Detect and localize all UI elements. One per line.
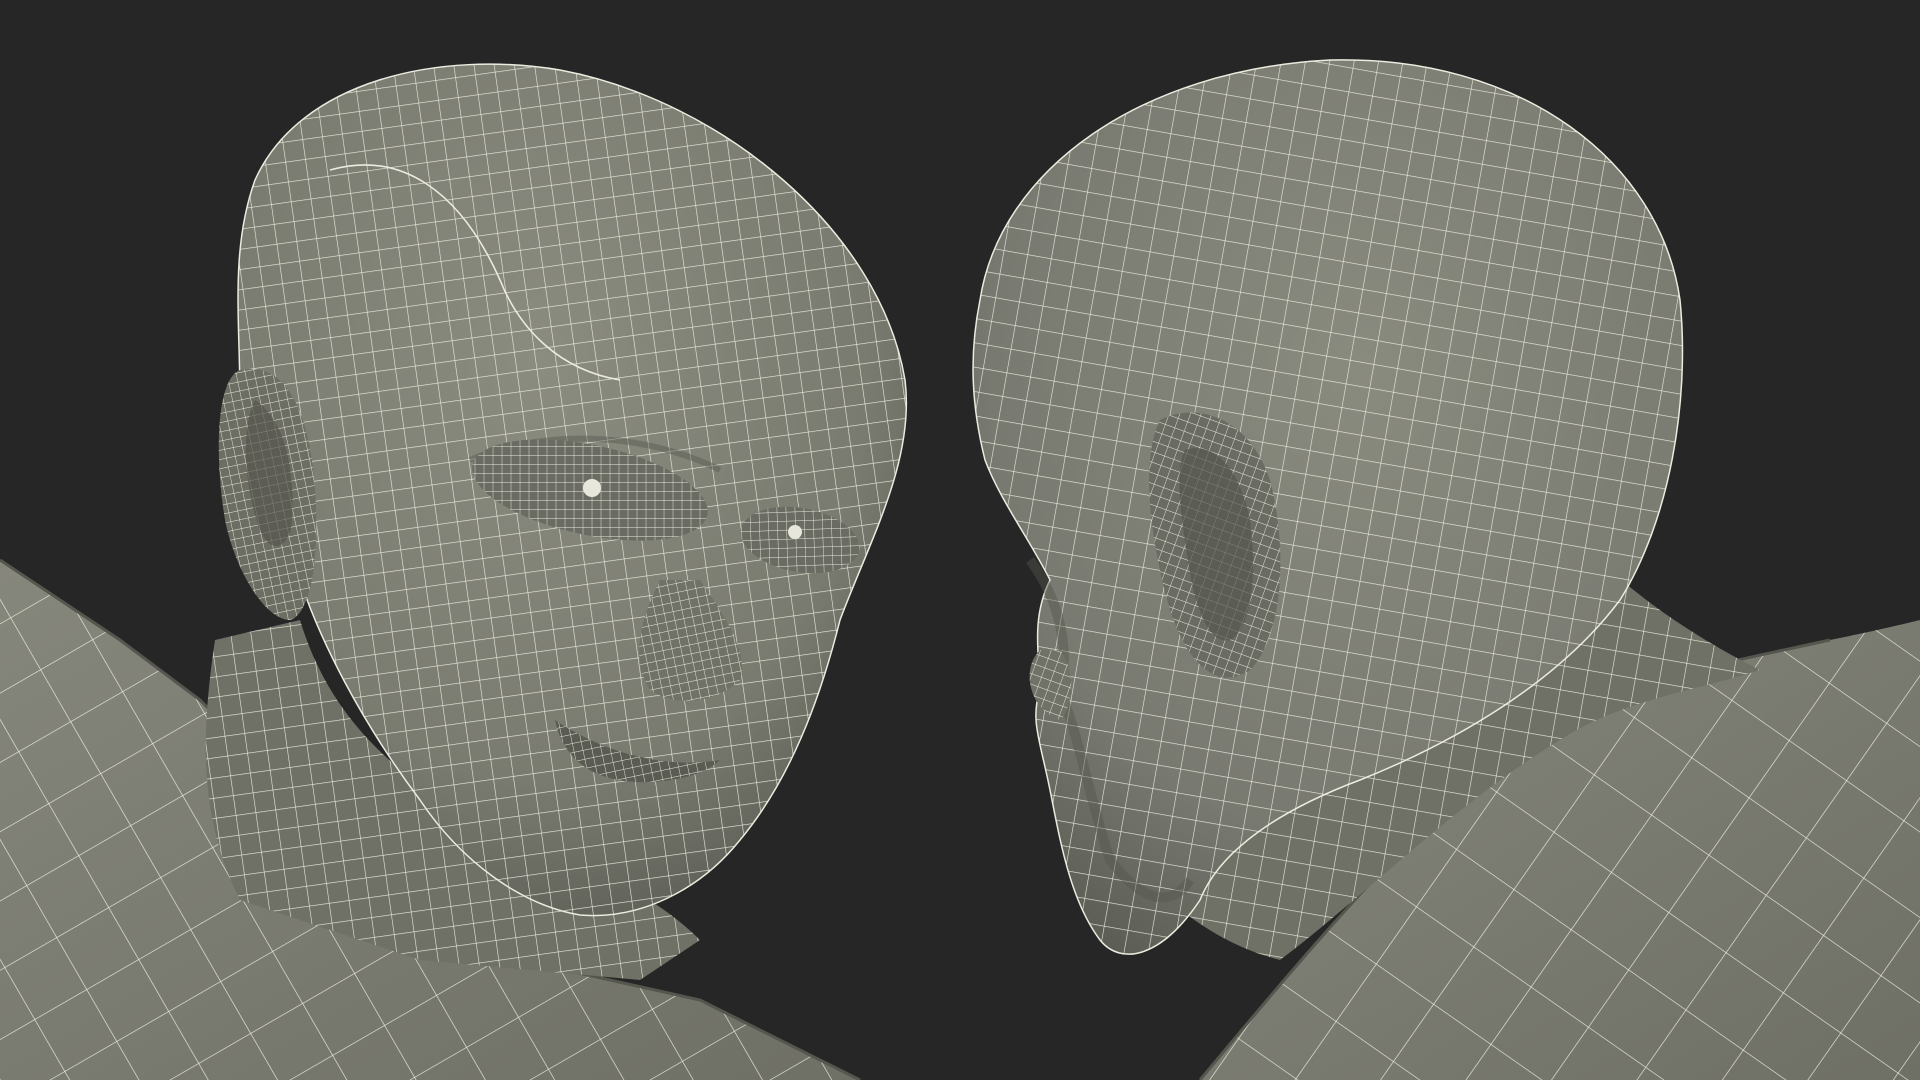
render-viewport	[0, 0, 1920, 1080]
scene-svg	[0, 0, 1920, 1080]
